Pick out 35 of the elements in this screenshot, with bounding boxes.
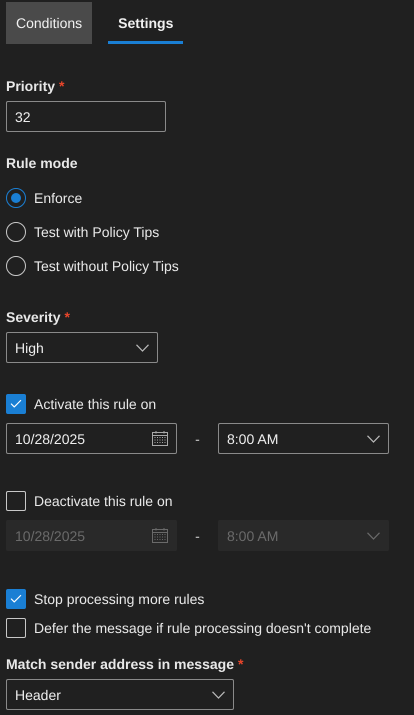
radio-button[interactable] (6, 256, 26, 276)
radio-label: Test without Policy Tips (34, 258, 179, 274)
chevron-icon (367, 434, 380, 442)
chevron-icon (212, 690, 225, 698)
date-field[interactable]: 10/28/2025 (6, 423, 177, 454)
range-separator: - (194, 430, 201, 446)
required-mark: * (64, 309, 70, 326)
required-mark: * (59, 78, 64, 95)
checkbox-label: Deactivate this rule on (34, 493, 173, 509)
checkbox[interactable] (6, 618, 26, 638)
radio-label: Test with Policy Tips (34, 224, 160, 240)
radio-button[interactable] (6, 188, 26, 208)
calendar-icon (152, 528, 168, 543)
section-label: Rule mode (6, 155, 78, 172)
checkbox[interactable] (6, 394, 26, 414)
checkbox-label: Stop processing more rules (34, 591, 204, 607)
field-label: Priority (6, 78, 56, 95)
time-dropdown[interactable]: 8:00 AM (218, 423, 389, 454)
radio-button[interactable] (6, 222, 26, 242)
radio-label: Enforce (34, 190, 82, 206)
sender-address-dropdown[interactable]: Header (6, 679, 234, 710)
chevron-icon (367, 532, 380, 540)
severity-dropdown[interactable]: High (6, 332, 158, 363)
required-mark: * (238, 656, 244, 673)
checkbox-label: Defer the message if rule processing doesn't complete (34, 620, 372, 636)
chevron-icon (136, 344, 149, 352)
checkbox[interactable] (6, 589, 26, 609)
priority-field[interactable]: 32 (6, 101, 166, 132)
range-separator: - (194, 528, 201, 544)
tab[interactable]: Settings (108, 2, 184, 44)
checkbox-label: Activate this rule on (34, 396, 156, 412)
tab[interactable]: Conditions (6, 2, 92, 44)
field-label: Match sender address in message (6, 656, 234, 673)
calendar-icon (152, 431, 168, 446)
field-label: Severity (6, 309, 60, 326)
